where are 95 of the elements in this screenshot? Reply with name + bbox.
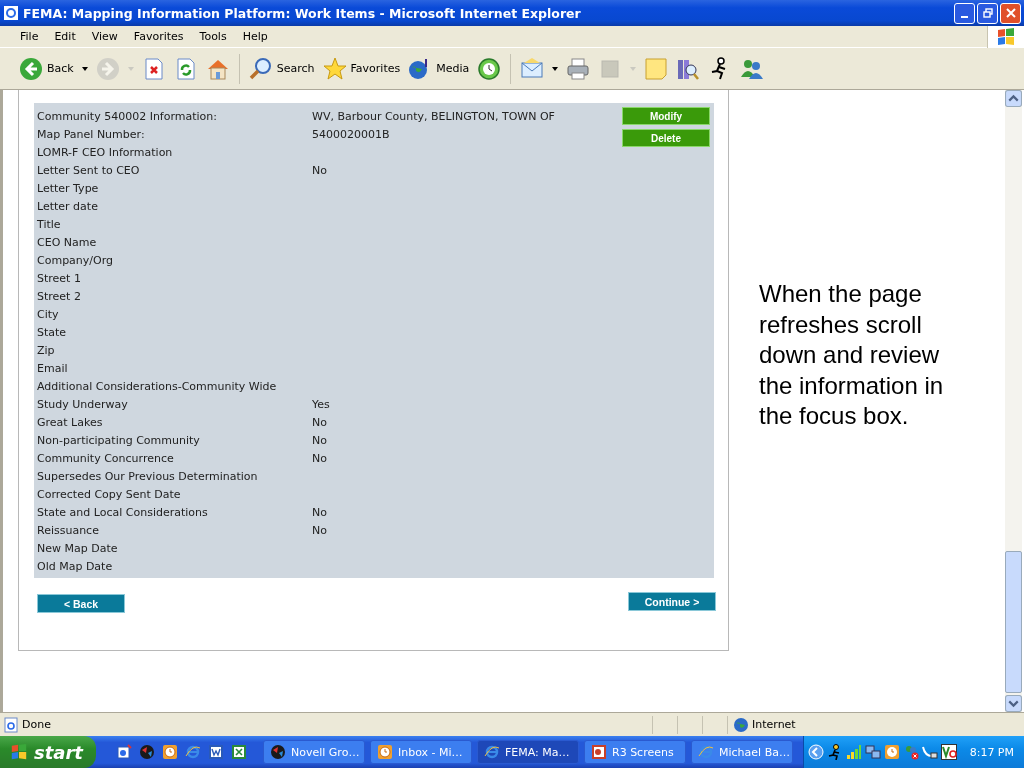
clock-time: 8:17 PM <box>969 745 1014 759</box>
field-value: No <box>312 451 327 465</box>
minimize-icon <box>961 16 968 18</box>
globe-icon <box>733 716 749 733</box>
field-label: Study Underway <box>37 397 129 411</box>
panel-action-button[interactable]: Delete <box>622 129 710 147</box>
field-value: No <box>312 163 327 177</box>
browser-icon <box>185 744 201 760</box>
close-button[interactable] <box>1000 2 1021 24</box>
status-text: Done <box>22 718 52 731</box>
media-button[interactable]: Media <box>405 54 473 83</box>
favorites-button[interactable]: Favorites <box>319 54 404 83</box>
continue-button[interactable]: Continue > <box>628 592 716 611</box>
back-button[interactable]: Back <box>16 54 91 83</box>
taskbar-button[interactable]: R3 Screens <box>584 740 686 764</box>
windows-flag-icon <box>996 26 1016 47</box>
browser-icon <box>484 744 500 760</box>
field-label: State <box>37 325 68 339</box>
printer-icon <box>566 56 591 81</box>
field-value: WV, Barbour County, BELINGTON, TOWN OF <box>312 109 555 123</box>
field-label: City <box>37 307 60 321</box>
document-icon <box>208 744 224 760</box>
field-value: Yes <box>312 397 330 411</box>
envelope-icon <box>520 56 545 81</box>
presentation-icon <box>591 744 607 760</box>
field-label: Street 2 <box>37 289 82 303</box>
zone-text: Internet <box>752 718 796 731</box>
field-label: Community Concurrence <box>37 451 175 465</box>
sticky-note-icon <box>644 56 669 81</box>
history-clock-icon <box>477 56 502 81</box>
field-label: CEO Name <box>37 235 98 249</box>
minimize-button[interactable] <box>954 2 975 24</box>
compose-icon <box>116 744 132 760</box>
field-label: LOMR-F CEO Information <box>37 145 174 159</box>
field-label: Letter date <box>37 199 99 213</box>
globe-icon <box>139 744 155 760</box>
menu-item[interactable]: Help <box>234 30 276 43</box>
field-label: Email <box>37 361 69 375</box>
scroll-up-icon <box>1005 90 1022 107</box>
field-label: New Map Date <box>37 541 119 555</box>
menu-item[interactable]: Edit <box>46 30 84 43</box>
restore-button[interactable] <box>977 2 998 24</box>
taskbar-button[interactable]: Novell Gro… <box>263 740 365 764</box>
field-value: No <box>312 523 327 537</box>
restore-icon <box>982 8 993 18</box>
clock-icon <box>162 744 178 760</box>
menu-item[interactable]: File <box>12 30 47 43</box>
browser-icon <box>3 5 19 21</box>
field-label: Company/Org <box>37 253 114 267</box>
star-icon <box>322 56 347 81</box>
field-value: 5400020001B <box>312 127 390 141</box>
spreadsheet-icon <box>231 744 247 760</box>
field-value: No <box>312 505 327 519</box>
field-label: Reissuance <box>37 523 100 537</box>
chevron-left-icon[interactable] <box>807 744 824 760</box>
close-icon <box>1005 8 1016 18</box>
field-label: Zip <box>37 343 56 357</box>
taskbar-button[interactable]: Inbox - Mi… <box>370 740 472 764</box>
search-button[interactable]: Search <box>245 54 318 83</box>
field-label: Title <box>37 217 62 231</box>
field-label: Great Lakes <box>37 415 104 429</box>
field-label: Additional Considerations-Community Wide <box>37 379 278 393</box>
scroll-thumb[interactable] <box>1005 551 1022 693</box>
field-label: Community 540002 Information: <box>37 109 219 123</box>
back-button[interactable]: < Back <box>37 594 125 613</box>
plug-icon[interactable] <box>921 744 938 760</box>
field-label: Letter Type <box>37 181 100 195</box>
field-value: No <box>312 415 327 429</box>
network-computers-icon[interactable] <box>864 744 881 760</box>
instruction-text: When the page refreshes scroll down and review the information in the focus box. <box>759 279 945 431</box>
menu-item[interactable]: Favorites <box>125 30 192 43</box>
clock-icon[interactable] <box>883 744 900 760</box>
search-icon <box>248 56 273 81</box>
field-label: Supersedes Our Previous Determination <box>37 469 259 483</box>
field-label: Letter Sent to CEO <box>37 163 141 177</box>
vertical-scrollbar[interactable] <box>1005 90 1022 712</box>
windows-flag-icon <box>10 743 28 761</box>
field-label: Non-participating Community <box>37 433 201 447</box>
menu-item[interactable]: View <box>83 30 126 43</box>
taskbar-button[interactable]: Michael Ba… <box>691 740 793 764</box>
field-label: State and Local Considerations <box>37 505 209 519</box>
field-label: Old Map Date <box>37 559 114 573</box>
panel-action-button[interactable]: Modify <box>622 107 710 125</box>
field-label: Street 1 <box>37 271 82 285</box>
browser-icon <box>698 744 714 760</box>
taskbar-button[interactable]: FEMA: Ma… <box>477 740 579 764</box>
window-title: FEMA: Mapping Information Platform: Work Items - Microsoft Internet Explorer <box>23 5 581 21</box>
scroll-down-icon <box>1005 695 1022 712</box>
field-label: Corrected Copy Sent Date <box>37 487 182 501</box>
menu-item[interactable]: Tools <box>191 30 235 43</box>
globe-icon <box>270 744 286 760</box>
field-value: No <box>312 433 327 447</box>
start-button[interactable]: start <box>0 736 96 768</box>
clock-icon <box>377 744 393 760</box>
field-label: Map Panel Number: <box>37 127 146 141</box>
